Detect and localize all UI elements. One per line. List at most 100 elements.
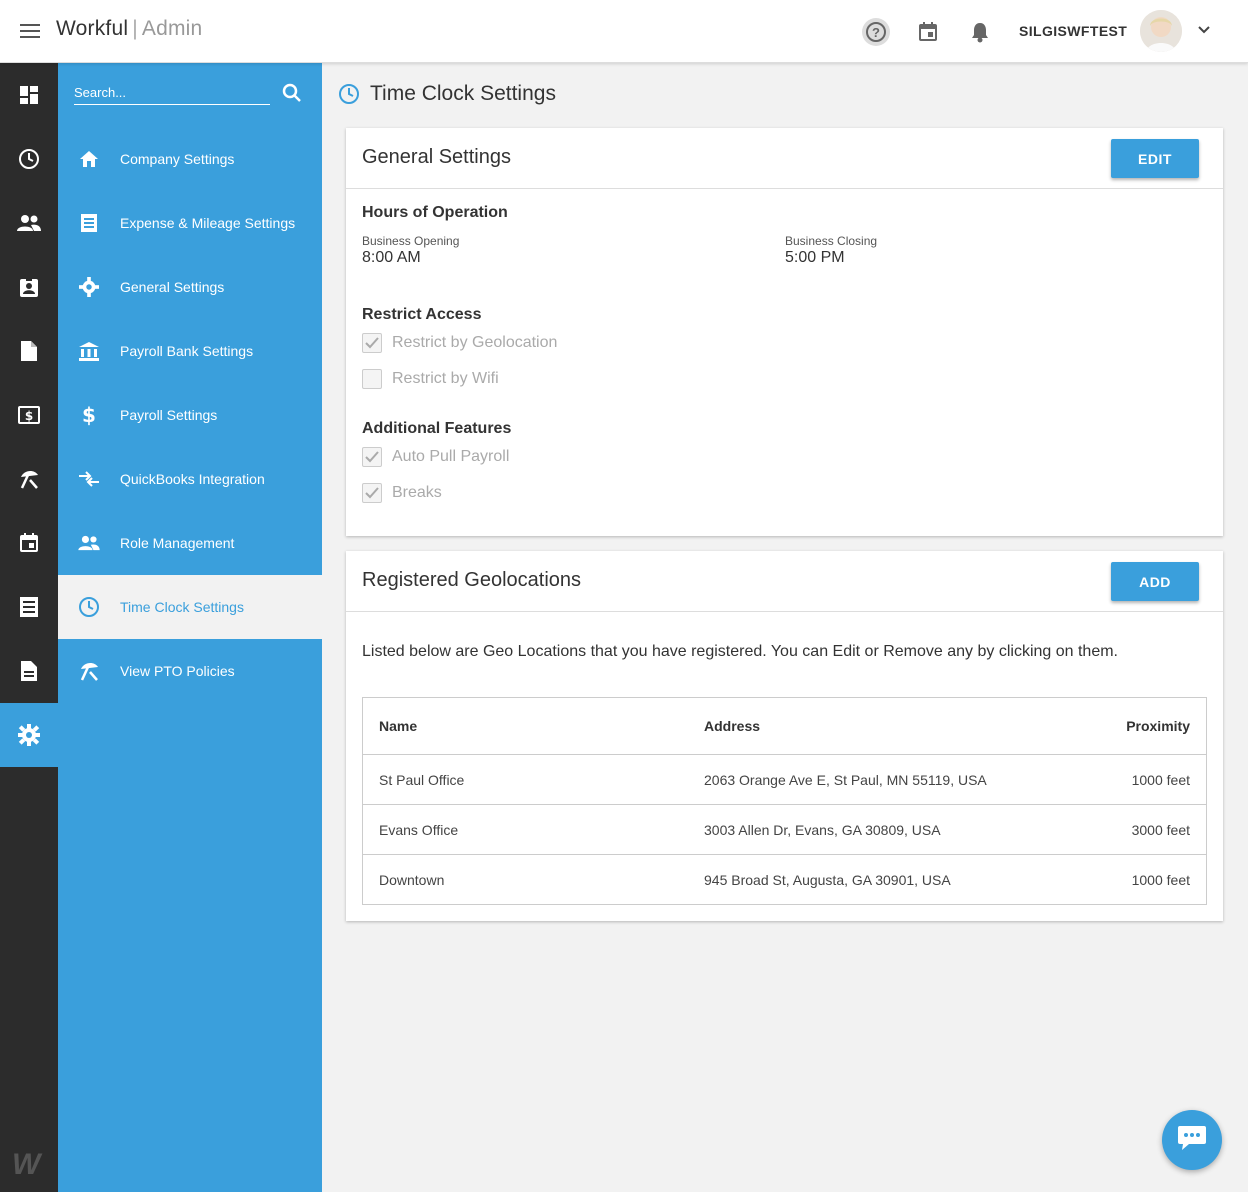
- people-icon: [58, 535, 120, 551]
- clock-icon[interactable]: [0, 127, 58, 191]
- hours-heading: Hours of Operation: [362, 204, 508, 221]
- geolocations-card: Registered Geolocations ADD Listed below…: [346, 551, 1223, 921]
- nav-item-label: Payroll Settings: [120, 407, 218, 423]
- search-field: [74, 81, 270, 105]
- beach-icon: [58, 660, 120, 682]
- auto-pull-row: Auto Pull Payroll: [362, 447, 509, 467]
- restrict-geo-label: Restrict by Geolocation: [392, 334, 558, 351]
- auto-pull-label: Auto Pull Payroll: [392, 448, 510, 465]
- document-icon[interactable]: [0, 639, 58, 703]
- table-header: Name Address Proximity: [363, 698, 1206, 754]
- bank-icon: [58, 341, 120, 361]
- nav-item-time-clock-settings[interactable]: Time Clock Settings: [58, 575, 322, 639]
- col-name: Name: [379, 718, 418, 734]
- cell-name: Downtown: [379, 871, 445, 888]
- table-row[interactable]: St Paul Office 2063 Orange Ave E, St Pau…: [363, 754, 1206, 804]
- nav-item-label: General Settings: [120, 279, 225, 295]
- opening-value: 8:00 AM: [362, 249, 421, 266]
- col-address: Address: [704, 718, 761, 734]
- col-proximity: Proximity: [1126, 718, 1190, 734]
- closing-label: Business Closing: [785, 234, 878, 248]
- home-icon: [58, 150, 120, 168]
- add-button[interactable]: ADD: [1111, 562, 1199, 601]
- cell-name: St Paul Office: [379, 771, 465, 788]
- cell-name: Evans Office: [379, 821, 459, 838]
- dollar-icon: $: [58, 404, 120, 426]
- people-icon[interactable]: [0, 191, 58, 255]
- table-row[interactable]: Evans Office 3003 Allen Dr, Evans, GA 30…: [363, 804, 1206, 854]
- search-icon[interactable]: [282, 83, 302, 108]
- nav-item-general-settings[interactable]: General Settings: [58, 255, 322, 319]
- chat-icon: [1177, 1124, 1207, 1157]
- nav-item-label: Payroll Bank Settings: [120, 343, 254, 359]
- nav-item-label: QuickBooks Integration: [120, 471, 265, 487]
- card-title: Registered Geolocations: [362, 569, 582, 591]
- brand-name: Workful: [56, 17, 129, 40]
- geo-description: Listed below are Geo Locations that you …: [362, 643, 1118, 660]
- clock-icon: [338, 83, 360, 105]
- help-icon[interactable]: ?: [862, 18, 890, 46]
- nav-item-expense-mileage-settings[interactable]: Expense & Mileage Settings: [58, 191, 322, 255]
- cell-address: 3003 Allen Dr, Evans, GA 30809, USA: [704, 821, 941, 838]
- nav-item-label: Company Settings: [120, 151, 235, 167]
- card-header: General Settings EDIT: [346, 128, 1223, 189]
- file-icon[interactable]: [0, 319, 58, 383]
- nav-item-company-settings[interactable]: Company Settings: [58, 127, 322, 191]
- receipt-icon: [58, 213, 120, 233]
- edit-button[interactable]: EDIT: [1111, 139, 1199, 178]
- dashboard-icon[interactable]: [0, 63, 58, 127]
- settings-nav: Company Settings Expense & Mileage Setti…: [58, 63, 322, 1192]
- money-icon[interactable]: $: [0, 383, 58, 447]
- restrict-heading: Restrict Access: [362, 306, 482, 323]
- help-glyph: ?: [866, 22, 886, 42]
- nav-item-payroll-bank-settings[interactable]: Payroll Bank Settings: [58, 319, 322, 383]
- card-title: General Settings: [362, 146, 511, 168]
- page-title-text: Time Clock Settings: [370, 82, 556, 105]
- gear-icon: [58, 277, 120, 297]
- username[interactable]: SILGISWFTEST: [1019, 23, 1127, 39]
- page-title: Time Clock Settings: [338, 82, 556, 106]
- nav-item-label: Time Clock Settings: [120, 599, 244, 615]
- general-settings-card: General Settings EDIT Hours of Operation…: [346, 128, 1223, 536]
- icon-rail: $ W: [0, 63, 58, 1192]
- opening-label: Business Opening: [362, 234, 460, 248]
- svg-text:$: $: [82, 404, 96, 426]
- restrict-geo-row: Restrict by Geolocation: [362, 333, 557, 353]
- restrict-wifi-row: Restrict by Wifi: [362, 369, 499, 389]
- sync-arrows-icon: [58, 471, 120, 487]
- cell-proximity: 3000 feet: [1131, 821, 1190, 838]
- table-row[interactable]: Downtown 945 Broad St, Augusta, GA 30901…: [363, 854, 1206, 904]
- brand-separator: |: [132, 17, 138, 40]
- gear-icon[interactable]: [0, 703, 58, 767]
- restrict-geo-checkbox[interactable]: [362, 333, 382, 353]
- nav-item-label: View PTO Policies: [120, 663, 235, 679]
- brand-subtitle: Admin: [141, 17, 203, 40]
- beach-icon[interactable]: [0, 447, 58, 511]
- nav-item-quickbooks-integration[interactable]: QuickBooks Integration: [58, 447, 322, 511]
- calendar-icon[interactable]: [0, 511, 58, 575]
- svg-text:$: $: [25, 409, 33, 423]
- receipt-icon[interactable]: [0, 575, 58, 639]
- badge-icon[interactable]: [0, 255, 58, 319]
- geolocations-table: Name Address Proximity St Paul Office 20…: [362, 697, 1207, 905]
- auto-pull-checkbox[interactable]: [362, 447, 382, 467]
- chat-button[interactable]: [1162, 1110, 1222, 1170]
- chevron-down-icon[interactable]: [1196, 22, 1212, 43]
- hamburger-menu-icon[interactable]: [18, 20, 42, 44]
- restrict-wifi-label: Restrict by Wifi: [392, 370, 499, 387]
- nav-item-view-pto-policies[interactable]: View PTO Policies: [58, 639, 322, 703]
- cell-proximity: 1000 feet: [1131, 871, 1190, 888]
- calendar-icon[interactable]: [914, 18, 942, 46]
- avatar[interactable]: [1140, 10, 1182, 52]
- closing-value: 5:00 PM: [785, 249, 845, 266]
- cell-address: 2063 Orange Ave E, St Paul, MN 55119, US…: [704, 771, 987, 788]
- nav-item-role-management[interactable]: Role Management: [58, 511, 322, 575]
- nav-item-payroll-settings[interactable]: $ Payroll Settings: [58, 383, 322, 447]
- cell-address: 945 Broad St, Augusta, GA 30901, USA: [704, 871, 951, 888]
- bell-icon[interactable]: [966, 18, 994, 46]
- restrict-wifi-checkbox[interactable]: [362, 369, 382, 389]
- search-input[interactable]: [74, 81, 270, 103]
- breaks-checkbox[interactable]: [362, 483, 382, 503]
- features-heading: Additional Features: [362, 420, 512, 437]
- app-brand: Workful | Admin: [56, 17, 202, 41]
